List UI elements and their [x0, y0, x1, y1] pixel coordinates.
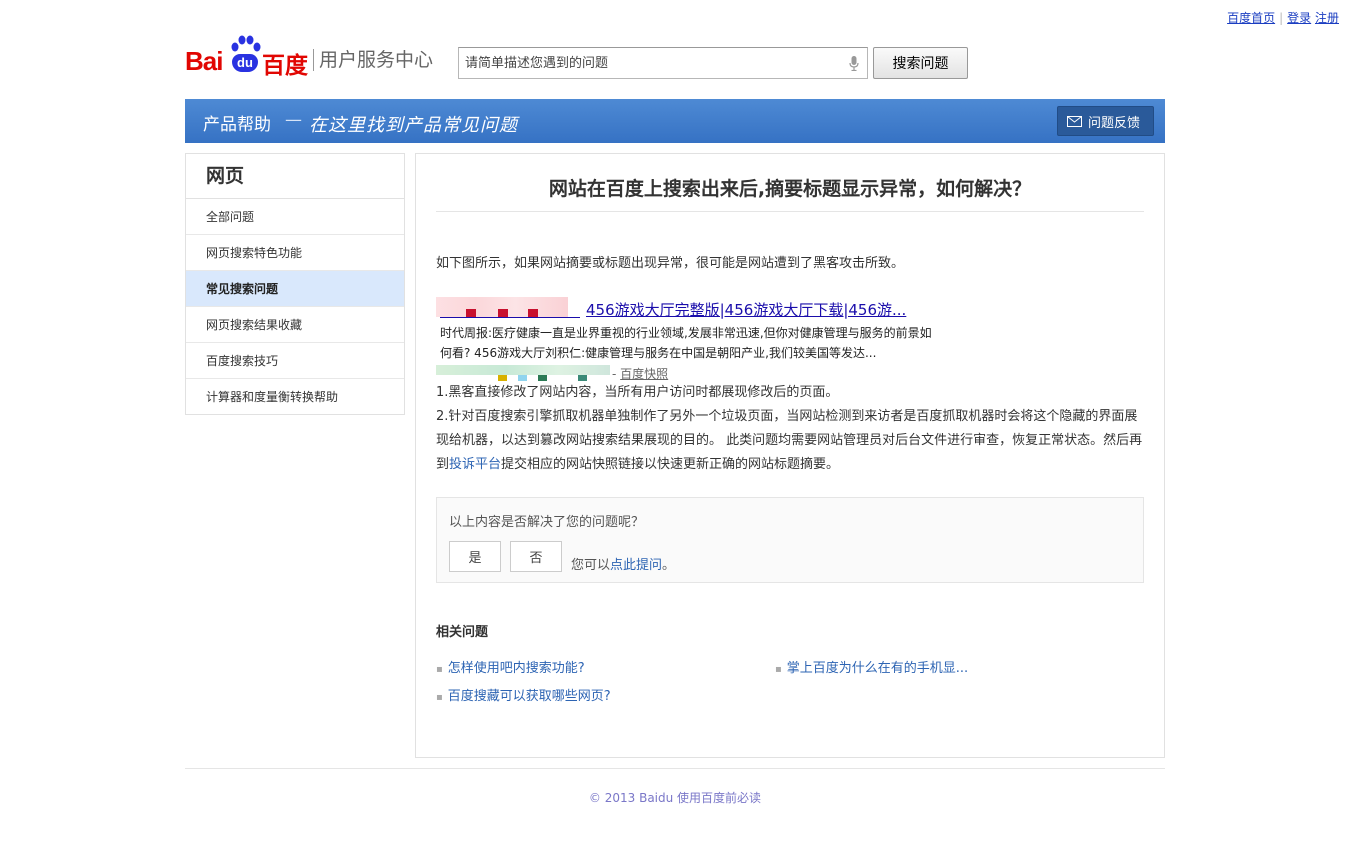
product-help-banner: 产品帮助 — 在这里找到产品常见问题 问题反馈: [185, 99, 1165, 143]
baidu-logo[interactable]: Bai du 百度 用户服务中心: [185, 34, 455, 79]
related-question-link[interactable]: ▪ 怎样使用吧内搜索功能?: [436, 657, 585, 676]
bullet-icon: ▪: [436, 692, 443, 703]
related-question-label: 百度搜藏可以获取哪些网页?: [447, 689, 611, 704]
example-result-snippet-line1: 时代周报:医疗健康一直是业界重视的行业领域,发展非常迅速,但你对健康管理与服务的…: [440, 326, 932, 340]
article-body: 1.黑客直接修改了网站内容，当所有用户访问时都展现修改后的页面。 2.针对百度搜…: [436, 381, 1146, 477]
example-search-result: 456游戏大厅完整版|456游戏大厅下载|456游... 时代周报:医疗健康一直…: [436, 297, 996, 381]
sidebar-item-search-tips[interactable]: 百度搜索技巧: [186, 343, 404, 379]
banner-slogan: 在这里找到产品常见问题: [309, 115, 518, 136]
search-input[interactable]: [459, 48, 829, 78]
header: Bai du 百度 用户服务中心 搜索问题: [185, 34, 1165, 84]
sidebar-item-search-features[interactable]: 网页搜索特色功能: [186, 235, 404, 271]
ask-prefix: 您可以: [571, 558, 611, 573]
feedback-button[interactable]: 问题反馈: [1057, 106, 1154, 136]
article-point-2-text-b: 提交相应的网站快照链接以快速更新正确的网站标题摘要。: [501, 457, 840, 472]
related-questions-title: 相关问题: [436, 625, 489, 640]
banner-title: 产品帮助: [203, 115, 271, 135]
article-title: 网站在百度上搜索出来后,摘要标题显示异常，如何解决？: [436, 174, 1144, 212]
banner-dash: —: [285, 110, 302, 130]
main-content: 网站在百度上搜索出来后,摘要标题显示异常，如何解决？ 如下图所示，如果网站摘要或…: [415, 153, 1165, 758]
search-button[interactable]: 搜索问题: [873, 47, 968, 79]
vote-yes-button[interactable]: 是: [449, 541, 501, 572]
bullet-icon: ▪: [436, 664, 443, 675]
article-intro: 如下图所示，如果网站摘要或标题出现异常，很可能是网站遭到了黑客攻击所致。: [436, 256, 905, 271]
sidebar-item-common-search-problems[interactable]: 常见搜索问题: [186, 271, 404, 307]
article-point-1: 1.黑客直接修改了网站内容，当所有用户访问时都展现修改后的页面。: [436, 385, 839, 400]
example-result-title[interactable]: 456游戏大厅完整版|456游戏大厅下载|456游...: [586, 299, 906, 320]
feedback-button-label: 问题反馈: [1088, 115, 1141, 131]
example-cache-prefix: -: [612, 367, 621, 381]
baidu-cache-link[interactable]: 百度快照: [620, 367, 668, 381]
top-links: 百度首页 | 登录 注册: [1227, 9, 1339, 26]
ask-question-text: 您可以点此提问。: [571, 554, 675, 573]
bullet-icon: ▪: [775, 664, 782, 675]
logo-du-text: du: [232, 54, 258, 72]
logo-bai-text: Bai: [185, 46, 223, 76]
footer[interactable]: © 2013 Baidu 使用百度前必读: [185, 789, 1165, 806]
example-result-snippet-line2: 何看? 456游戏大厅刘积仁:健康管理与服务在中国是朝阳产业,我们较美国等发达.…: [440, 346, 877, 360]
footer-divider: [185, 768, 1165, 769]
service-center-title: 用户服务中心: [313, 49, 433, 71]
sidebar-item-all-questions[interactable]: 全部问题: [186, 199, 404, 235]
related-question-link[interactable]: ▪ 掌上百度为什么在有的手机显...: [775, 657, 968, 676]
login-link[interactable]: 登录: [1287, 11, 1311, 25]
sidebar-title: 网页: [186, 154, 404, 199]
related-question-label: 怎样使用吧内搜索功能?: [447, 661, 585, 676]
vote-no-button[interactable]: 否: [510, 541, 562, 572]
example-result-cache: - 百度快照: [612, 365, 668, 382]
sidebar-item-result-bookmarks[interactable]: 网页搜索结果收藏: [186, 307, 404, 343]
article-point-2: 2.针对百度搜索引擎抓取机器单独制作了另外一个垃圾页面，当网站检测到来访者是百度…: [436, 405, 1146, 477]
microphone-icon[interactable]: [849, 56, 859, 71]
mail-icon: [1067, 116, 1082, 127]
search-box: [458, 47, 868, 79]
register-link[interactable]: 注册: [1315, 11, 1339, 25]
top-link-separator: |: [1279, 11, 1284, 25]
vote-question: 以上内容是否解决了您的问题呢？: [449, 515, 645, 530]
related-question-label: 掌上百度为什么在有的手机显...: [786, 661, 969, 676]
sidebar: 网页 全部问题 网页搜索特色功能 常见搜索问题 网页搜索结果收藏 百度搜索技巧 …: [185, 153, 405, 415]
logo-cn-text: 百度: [262, 53, 308, 79]
related-question-link[interactable]: ▪ 百度搜藏可以获取哪些网页?: [436, 685, 611, 704]
ask-question-link[interactable]: 点此提问: [610, 558, 662, 573]
helpful-vote-box: 以上内容是否解决了您的问题呢？ 是 否 您可以点此提问。: [436, 497, 1144, 583]
home-link[interactable]: 百度首页: [1227, 11, 1275, 25]
complaint-platform-link[interactable]: 投诉平台: [449, 457, 501, 472]
sidebar-item-calculator-help[interactable]: 计算器和度量衡转换帮助: [186, 379, 404, 415]
ask-suffix: 。: [662, 558, 676, 573]
